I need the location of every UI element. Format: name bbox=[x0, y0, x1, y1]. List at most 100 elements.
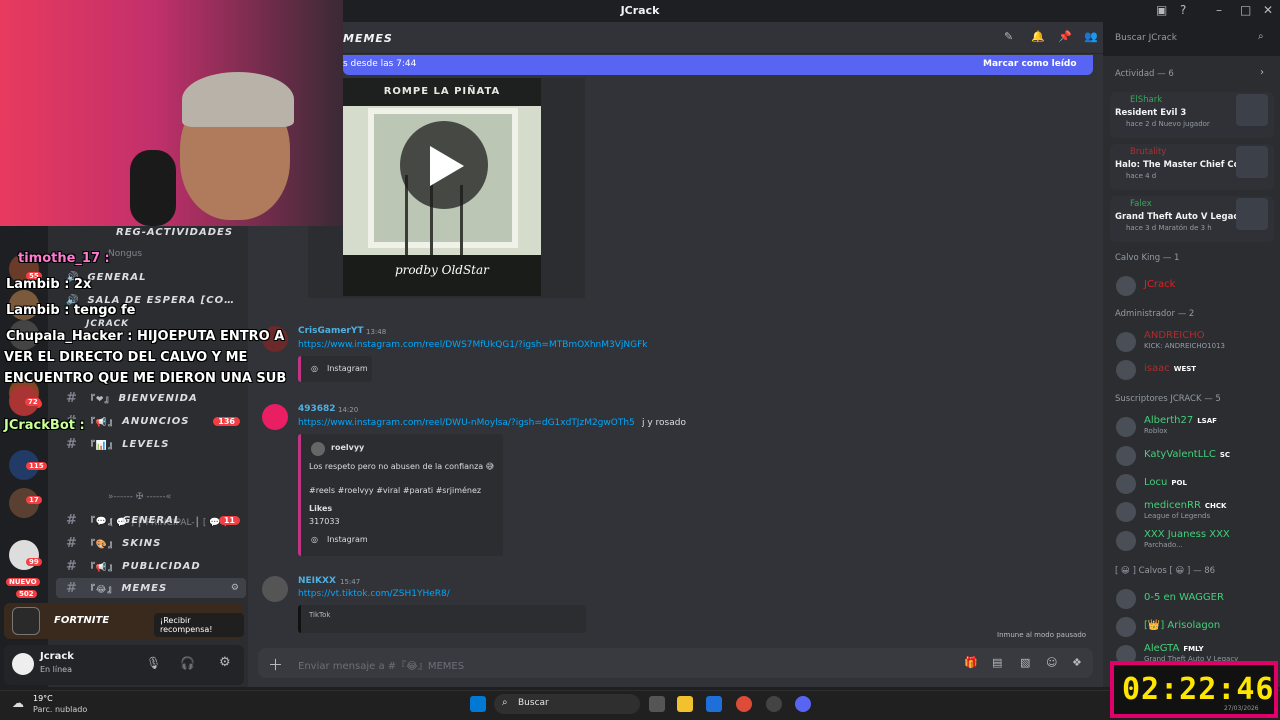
maximize-button[interactable]: □ bbox=[1240, 3, 1251, 17]
avatar[interactable] bbox=[1116, 360, 1136, 380]
fortnite-logo-icon bbox=[12, 607, 40, 635]
embed-source: Instagram bbox=[327, 364, 368, 373]
activity-game: Halo: The Master Chief Col... bbox=[1115, 160, 1253, 170]
stream-chat-line: timothe_17 : bbox=[18, 251, 110, 266]
member-name[interactable]: [👑] Arisolagon bbox=[1144, 620, 1220, 631]
message-link[interactable]: https://www.instagram.com/reel/DWS7MfUkQ… bbox=[298, 340, 648, 350]
avatar[interactable] bbox=[1116, 332, 1136, 352]
embed-user[interactable]: roelvyy bbox=[331, 443, 364, 452]
avatar[interactable] bbox=[1116, 276, 1136, 296]
avatar[interactable] bbox=[1116, 417, 1136, 437]
new-messages-bar[interactable]: s desde las 7:44 Marcar como leído bbox=[343, 55, 1093, 75]
minimize-button[interactable]: – bbox=[1216, 3, 1222, 17]
start-icon[interactable] bbox=[470, 696, 486, 712]
channel-general[interactable]: # 『💬』 GENERAL 11 bbox=[56, 510, 246, 530]
member-name[interactable]: XXX Juaness XXX bbox=[1144, 529, 1230, 540]
avatar[interactable] bbox=[1116, 617, 1136, 637]
avatar[interactable] bbox=[262, 576, 288, 602]
avatar[interactable] bbox=[1116, 446, 1136, 466]
member-name[interactable]: isaac WEST bbox=[1144, 363, 1196, 374]
member-name[interactable]: Alberth27 LSAF bbox=[1144, 415, 1217, 426]
chrome-icon[interactable] bbox=[736, 696, 752, 712]
message-author[interactable]: 493682 bbox=[298, 404, 336, 414]
claim-reward-button[interactable]: ¡Recibir recompensa! bbox=[154, 613, 244, 637]
pin-icon[interactable]: 📌 bbox=[1058, 30, 1072, 43]
tiktok-embed: TikTok bbox=[298, 605, 586, 633]
member-name[interactable]: JCrack bbox=[1144, 279, 1175, 290]
stream-chat-line: ENCUENTRO QUE ME DIERON UNA SUB bbox=[4, 371, 287, 386]
mail-icon[interactable] bbox=[706, 696, 722, 712]
settings-gear-icon[interactable]: ⚙ bbox=[219, 655, 231, 670]
emoji-icon[interactable]: ☺ bbox=[1046, 656, 1057, 669]
hash-icon: # bbox=[66, 558, 78, 574]
member-name[interactable]: medicenRR CHCK bbox=[1144, 500, 1226, 511]
channel-label: LEVELS bbox=[122, 438, 170, 450]
message-input[interactable]: Enviar mensaje a #『😂』MEMES bbox=[298, 657, 464, 672]
inbox-icon[interactable]: ▣ bbox=[1156, 3, 1167, 17]
avatar[interactable] bbox=[1116, 589, 1136, 609]
avatar bbox=[311, 442, 325, 456]
file-explorer-icon[interactable] bbox=[677, 696, 693, 712]
channel-label: ANUNCIOS bbox=[122, 415, 190, 427]
search-input[interactable]: Buscar JCrack ⌕ bbox=[1110, 28, 1274, 48]
message-time: 14:20 bbox=[338, 406, 359, 414]
gif-icon[interactable]: ▤ bbox=[992, 656, 1002, 669]
message-composer[interactable]: ＋ Enviar mensaje a #『😂』MEMES 🎁 ▤ ▧ ☺ ❖ bbox=[258, 648, 1093, 678]
message-link[interactable]: https://vt.tiktok.com/ZSH1YHeR8/ bbox=[298, 589, 450, 599]
member-tag: CHCK bbox=[1204, 502, 1227, 510]
member-tag: WEST bbox=[1173, 365, 1197, 373]
avatar[interactable] bbox=[1116, 474, 1136, 494]
avatar[interactable] bbox=[1116, 502, 1136, 522]
avatar[interactable] bbox=[1116, 531, 1136, 551]
member-name[interactable]: KatyValentLLC SC bbox=[1144, 449, 1230, 460]
steam-icon[interactable] bbox=[766, 696, 782, 712]
channel-label: GENERAL bbox=[87, 271, 147, 283]
gear-icon[interactable]: ⚙ bbox=[231, 583, 240, 593]
bell-icon[interactable]: 🔔 bbox=[1031, 30, 1045, 43]
channel-label: SKINS bbox=[122, 537, 162, 549]
game-reward-banner[interactable]: FORTNITE ¡Recibir recompensa! bbox=[4, 603, 244, 639]
member-name[interactable]: ANDREICHO bbox=[1144, 330, 1205, 341]
add-attachment-icon[interactable]: ＋ bbox=[268, 654, 283, 675]
activity-meta: hace 3 d Maratón de 3 h bbox=[1126, 224, 1212, 232]
weather-icon[interactable]: ☁ bbox=[12, 696, 24, 710]
taskbar-search[interactable]: ⌕ Buscar bbox=[494, 694, 640, 714]
activity-user: Brutality bbox=[1130, 147, 1167, 157]
member-name[interactable]: 0-5 en WAGGER bbox=[1144, 592, 1224, 603]
channel-memes[interactable]: # 『😂』 MEMES ⚙ bbox=[56, 578, 246, 598]
channel-emoji: 『🎨』 bbox=[85, 539, 119, 550]
channel-title: MEMES bbox=[343, 32, 393, 45]
member-list-icon[interactable]: 👥 bbox=[1084, 30, 1098, 43]
headphones-icon[interactable]: 🎧 bbox=[180, 656, 195, 670]
channel-levels[interactable]: # 『📊』 LEVELS bbox=[56, 434, 246, 454]
category-divider: »------ ✠ ------« bbox=[108, 492, 172, 502]
play-icon bbox=[430, 146, 464, 186]
close-button[interactable]: ✕ bbox=[1263, 3, 1273, 17]
channel-skins[interactable]: # 『🎨』 SKINS bbox=[56, 533, 246, 553]
message-author[interactable]: CrisGamerYT bbox=[298, 326, 364, 336]
message-link[interactable]: https://www.instagram.com/reel/DWU-nMoyl… bbox=[298, 418, 635, 428]
activity-user: ElShark bbox=[1130, 95, 1163, 105]
discord-icon[interactable] bbox=[795, 696, 811, 712]
channel-publicidad[interactable]: # 『📢』 PUBLICIDAD bbox=[56, 556, 246, 576]
mark-read-button[interactable]: Marcar como leído bbox=[983, 59, 1077, 69]
gift-icon[interactable]: 🎁 bbox=[964, 656, 978, 669]
avatar[interactable] bbox=[12, 653, 34, 675]
threads-icon[interactable]: ✎ bbox=[1004, 30, 1013, 43]
chevron-right-icon[interactable]: › bbox=[1260, 67, 1264, 78]
apps-icon[interactable]: ❖ bbox=[1072, 656, 1082, 669]
task-view-icon[interactable] bbox=[649, 696, 665, 712]
microphone-icon[interactable]: 🎙 bbox=[146, 656, 161, 670]
sticker-icon[interactable]: ▧ bbox=[1020, 656, 1030, 669]
member-activity: Roblox bbox=[1144, 427, 1168, 435]
instagram-icon: ◎ bbox=[311, 364, 318, 373]
member-name[interactable]: Locu POL bbox=[1144, 477, 1187, 488]
message-author[interactable]: NEIKXX bbox=[298, 576, 336, 586]
avatar[interactable] bbox=[262, 404, 288, 430]
activity-game: Grand Theft Auto V Legacy bbox=[1115, 212, 1244, 222]
stream-chat-line: JCrackBot : bbox=[4, 418, 85, 433]
help-icon[interactable]: ? bbox=[1180, 3, 1186, 17]
member-name[interactable]: AleGTA FMLY bbox=[1144, 643, 1204, 654]
member-activity: Parchado... bbox=[1144, 541, 1183, 549]
channel-bienvenida[interactable]: # 『❤』 BIENVENIDA bbox=[56, 388, 246, 408]
